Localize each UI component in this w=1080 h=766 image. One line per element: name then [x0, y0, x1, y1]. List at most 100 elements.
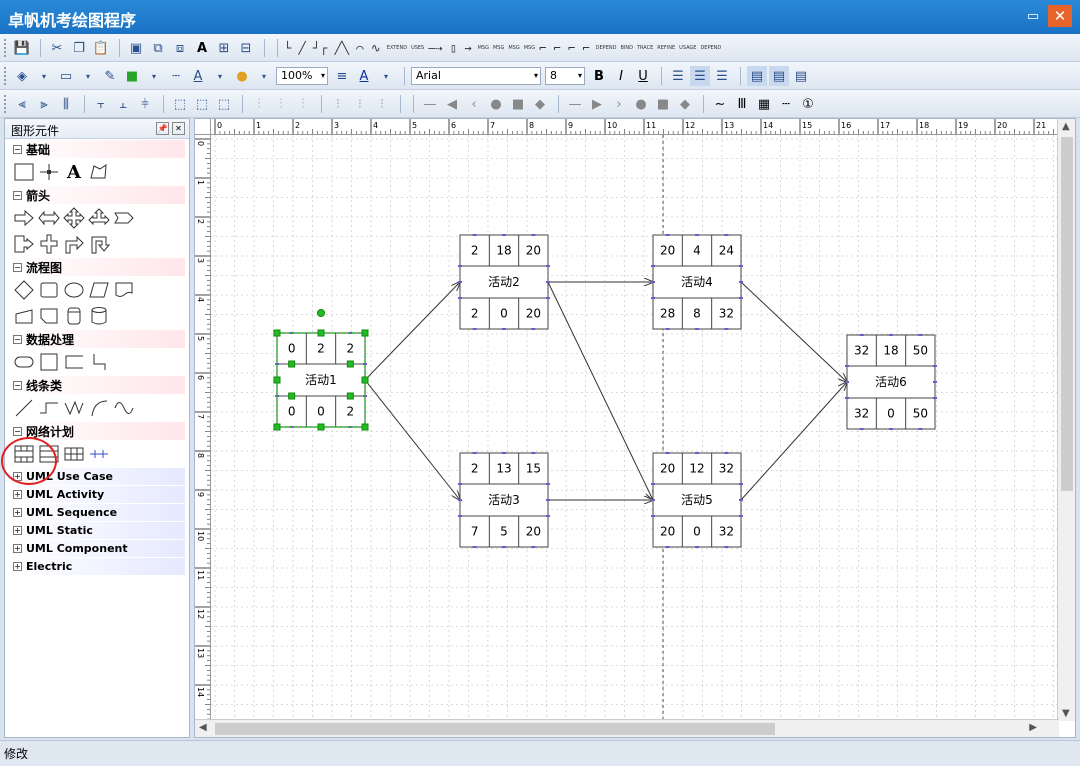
group-icon[interactable]: ⊞: [214, 38, 234, 58]
arc-line-shape-icon[interactable]: [88, 397, 110, 419]
save-icon[interactable]: 💾: [12, 38, 32, 58]
curve-line-shape-icon[interactable]: [113, 397, 135, 419]
scroll-right-icon[interactable]: ▶: [1029, 722, 1037, 733]
connection-port[interactable]: [458, 297, 462, 299]
bold-icon[interactable]: B: [589, 66, 609, 86]
manual-input-shape-icon[interactable]: [13, 305, 35, 327]
connection-port[interactable]: [695, 234, 699, 236]
dashed-line-icon[interactable]: ┄: [776, 94, 796, 114]
space-h-icon[interactable]: ⫶: [249, 94, 269, 114]
paste-icon[interactable]: 📋: [91, 38, 111, 58]
connection-port[interactable]: [739, 515, 743, 517]
connection-port[interactable]: [695, 328, 699, 330]
connection-port[interactable]: [889, 428, 893, 430]
connection-port[interactable]: [651, 515, 655, 517]
square-start-icon[interactable]: ■: [508, 94, 528, 114]
step-line-shape-icon[interactable]: [38, 397, 60, 419]
connection-port[interactable]: [546, 265, 550, 267]
dependency-arrow[interactable]: [740, 281, 847, 382]
activity-node[interactable]: 32 18 50 32 0 50 活动6: [845, 334, 937, 430]
connection-port[interactable]: [918, 428, 923, 430]
bars-icon[interactable]: Ⅲ: [732, 94, 752, 114]
three-way-arrow-shape-icon[interactable]: [88, 207, 110, 229]
line-label-depend[interactable]: DEPEND: [596, 45, 617, 51]
align-left-icon[interactable]: ☰: [668, 66, 688, 86]
connection-port[interactable]: [458, 483, 462, 485]
group-lines[interactable]: − 线条类: [9, 376, 185, 394]
vertical-scrollbar[interactable]: ▲ ▼: [1057, 119, 1075, 721]
network-link-shape-icon[interactable]: [88, 443, 110, 465]
connection-port[interactable]: [695, 452, 699, 454]
diamond-start-icon[interactable]: ◆: [530, 94, 550, 114]
arrow-end-open-icon[interactable]: ›: [609, 94, 629, 114]
table-icon[interactable]: ▦: [754, 94, 774, 114]
connection-port[interactable]: [739, 499, 743, 501]
shadow-icon[interactable]: ●: [232, 66, 252, 86]
group-electric[interactable]: + Electric: [9, 558, 185, 575]
text-shape-icon[interactable]: A: [63, 161, 85, 183]
pencil-icon[interactable]: ✎: [100, 66, 120, 86]
connection-port[interactable]: [859, 334, 864, 336]
callout-arrow-shape-icon[interactable]: [13, 233, 35, 255]
ungroup-icon[interactable]: ⊟: [236, 38, 256, 58]
connection-port[interactable]: [546, 499, 550, 501]
open-rect-shape-icon[interactable]: [63, 351, 85, 373]
line-end-icon[interactable]: —: [565, 94, 585, 114]
resize-handle[interactable]: [361, 376, 369, 384]
arrow-end-filled-icon[interactable]: ▶: [587, 94, 607, 114]
group-arrows[interactable]: − 箭头: [9, 186, 185, 204]
group-uml-component[interactable]: + UML Component: [9, 540, 185, 557]
toolbar-grip[interactable]: [4, 39, 8, 57]
line-weight-icon[interactable]: ≡: [332, 66, 352, 86]
align-right-edges-icon[interactable]: ⫸: [34, 94, 54, 114]
process-shape-icon[interactable]: [38, 279, 60, 301]
activity-node[interactable]: 2 18 202 0 20活动2: [458, 234, 550, 330]
resize-handle[interactable]: [317, 329, 325, 337]
fill-bucket-icon[interactable]: ◈: [12, 66, 32, 86]
drawing-canvas[interactable]: 0 2 20 0 2活动12 18 202 0 20活动22 13 157 5 20活动320 4 2428…: [211, 135, 1057, 721]
connection-port[interactable]: [845, 381, 849, 383]
group-data-processing[interactable]: − 数据处理: [9, 330, 185, 348]
italic-icon[interactable]: I: [611, 66, 631, 86]
align-top-icon[interactable]: ⫟: [91, 94, 111, 114]
dropdown-arrow-icon[interactable]: ▾: [376, 66, 396, 86]
terminator-shape-icon[interactable]: [63, 279, 85, 301]
dependency-arrow[interactable]: [364, 379, 460, 500]
connection-port[interactable]: [472, 546, 477, 548]
align-middle-icon[interactable]: ⫩: [135, 94, 155, 114]
align-center-icon[interactable]: ⫼: [56, 94, 76, 114]
image-icon[interactable]: ▣: [126, 38, 146, 58]
connection-port[interactable]: [472, 328, 477, 330]
dropdown-arrow-icon[interactable]: ▾: [144, 66, 164, 86]
space-v2-icon[interactable]: ⁝: [350, 94, 370, 114]
connection-port[interactable]: [651, 297, 655, 299]
line-label-msg-2[interactable]: MSG: [493, 45, 504, 51]
database-shape-icon[interactable]: [88, 305, 110, 327]
valign-middle-icon[interactable]: ▤: [769, 66, 789, 86]
connection-port[interactable]: [502, 234, 506, 236]
connection-port[interactable]: [739, 281, 743, 283]
delay-shape-icon[interactable]: [63, 305, 85, 327]
close-icon[interactable]: ✕: [1048, 5, 1072, 27]
square-shape-icon[interactable]: [38, 351, 60, 373]
connection-port[interactable]: [458, 281, 462, 283]
connection-port[interactable]: [739, 265, 743, 267]
connection-port[interactable]: [665, 328, 670, 330]
rounded-rect-shape-icon[interactable]: [13, 351, 35, 373]
uturn-arrow-shape-icon[interactable]: [88, 233, 110, 255]
connection-port[interactable]: [724, 546, 729, 548]
maximize-icon[interactable]: ▭: [1024, 8, 1042, 26]
line-label-msg-3[interactable]: MSG: [508, 45, 519, 51]
line-style-icon[interactable]: ┄: [166, 66, 186, 86]
circled-number-icon[interactable]: ①: [798, 94, 818, 114]
connection-port[interactable]: [889, 334, 893, 336]
connection-port[interactable]: [458, 515, 462, 517]
connection-port[interactable]: [531, 328, 536, 330]
resize-handle[interactable]: [273, 423, 281, 431]
dropdown-arrow-icon[interactable]: ▾: [210, 66, 230, 86]
font-color-icon[interactable]: A: [354, 66, 374, 86]
dropdown-arrow-icon[interactable]: ▾: [78, 66, 98, 86]
connection-port[interactable]: [651, 499, 655, 501]
right-arrow-shape-icon[interactable]: [13, 207, 35, 229]
freeform-shape-icon[interactable]: [88, 161, 110, 183]
